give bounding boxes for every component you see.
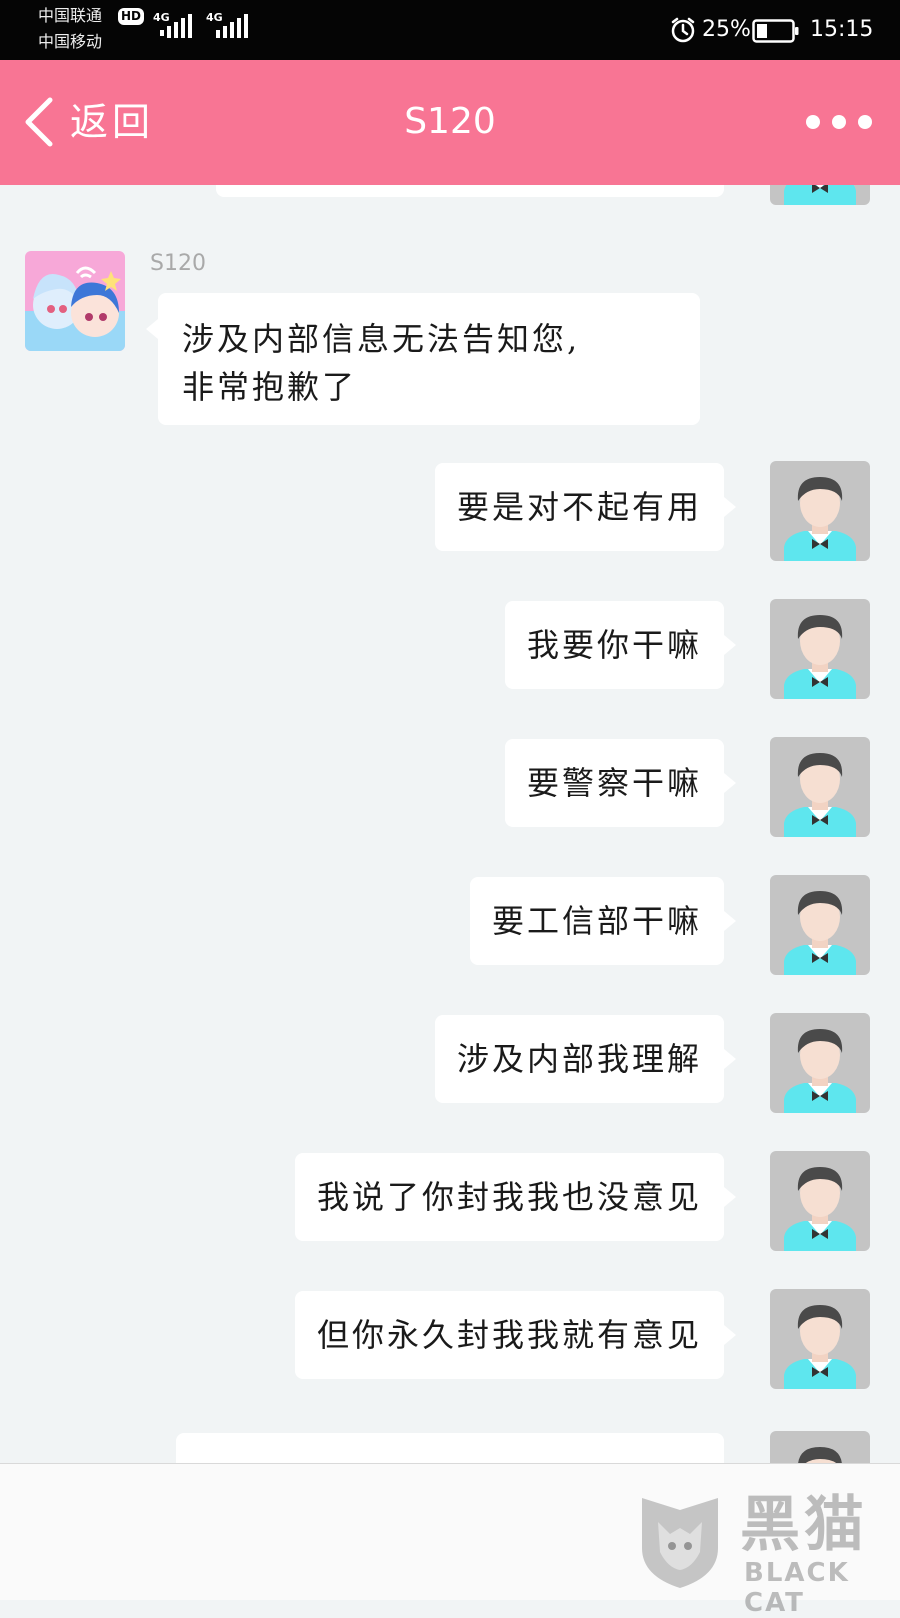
message-text: 非常抱歉了	[182, 368, 358, 406]
chat-header: 返回 S120	[0, 60, 900, 185]
signal-icon	[160, 14, 192, 38]
back-label: 返回	[70, 100, 155, 144]
battery-icon	[752, 19, 799, 43]
message-text: 要工信部干嘛	[491, 902, 702, 940]
message-text: 我要你干嘛	[526, 626, 702, 664]
contact-avatar[interactable]	[25, 251, 125, 351]
message-bubble-outgoing	[216, 185, 724, 197]
user-avatar[interactable]	[770, 185, 870, 205]
user-avatar[interactable]	[770, 1013, 870, 1113]
sender-name: S120	[150, 251, 206, 276]
watermark-text: 黑猫	[740, 1490, 868, 1560]
message-bubble-incoming: 涉及内部信息无法告知您, 非常抱歉了	[146, 293, 700, 425]
watermark-subtext: BLACK CAT	[744, 1558, 850, 1618]
message-bubble-outgoing: 我要你干嘛	[504, 601, 737, 689]
message-bubble-outgoing: 要警察干嘛	[504, 739, 737, 827]
user-avatar[interactable]	[770, 737, 870, 837]
more-icon[interactable]	[806, 102, 872, 142]
back-chevron-icon	[25, 97, 53, 147]
message-bubble-outgoing: 涉及内部我理解	[434, 1015, 737, 1103]
message-text: 要是对不起有用	[456, 488, 702, 526]
carrier-1-name: 中国联通	[38, 6, 103, 25]
blackcat-watermark: 黑猫 BLACK CAT	[628, 1488, 898, 1618]
message-text: 我说了你封我我也没意见	[316, 1178, 702, 1216]
message-text: 但你永久封我我就有意见	[316, 1316, 702, 1354]
message-input[interactable]	[20, 1484, 620, 1574]
user-avatar[interactable]	[770, 875, 870, 975]
back-button[interactable]: 返回	[22, 90, 182, 154]
black-cat-logo-icon	[642, 1498, 718, 1588]
page-title: S120	[404, 101, 496, 142]
signal-icon	[216, 14, 248, 38]
message-bubble-outgoing: 要工信部干嘛	[469, 877, 737, 965]
battery-percentage: 25%	[702, 17, 751, 42]
message-text: 要警察干嘛	[526, 764, 702, 802]
user-avatar[interactable]	[770, 1151, 870, 1251]
user-avatar[interactable]	[770, 1289, 870, 1389]
message-bubble-outgoing: 要是对不起有用	[434, 463, 737, 551]
message-bubble-outgoing: 但你永久封我我就有意见	[294, 1291, 737, 1379]
user-avatar[interactable]	[770, 1431, 870, 1463]
status-bar: 中国联通 中国移动 HD 4G 4G 25% 15:15	[0, 0, 900, 60]
chat-message-list[interactable]: S120 涉及内部信息无法告知您, 非常抱歉了 要是对不起有用 我要你干嘛 要警…	[0, 185, 900, 1463]
message-text: 涉及内部我理解	[456, 1040, 702, 1078]
user-avatar[interactable]	[770, 461, 870, 561]
message-bubble-outgoing	[176, 1433, 724, 1463]
user-avatar[interactable]	[770, 599, 870, 699]
status-clock: 15:15	[810, 17, 874, 42]
carrier-2-name: 中国移动	[38, 32, 103, 51]
message-bubble-outgoing: 我说了你封我我也没意见	[294, 1153, 737, 1241]
alarm-icon	[671, 17, 695, 43]
hd-badge: HD	[118, 8, 144, 25]
